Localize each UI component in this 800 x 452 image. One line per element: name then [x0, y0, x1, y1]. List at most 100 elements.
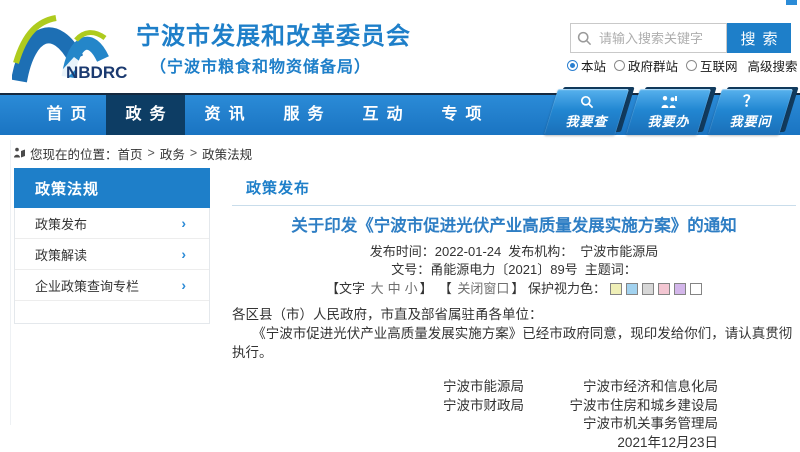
corner-decoration [786, 0, 797, 5]
search-input[interactable] [597, 30, 720, 47]
nav-item-government[interactable]: 政务 [106, 95, 185, 135]
signature-block: 宁波市能源局 宁波市经济和信息化局 宁波市财政局 宁波市住房和城乡建设局 宁波市… [232, 378, 796, 452]
signature-line: 宁波市能源局 宁波市经济和信息化局 [232, 378, 718, 397]
article-body: 各区县（市）人民政府，市直及部省属驻甬各单位： 《宁波市促进光伏产业高质量发展实… [232, 305, 796, 362]
article-date: 2021年12月23日 [558, 434, 718, 452]
article-paragraph: 执行。 [232, 343, 796, 362]
quick-button-label: 我要办 [647, 111, 689, 130]
nav-item-special[interactable]: 专项 [422, 95, 501, 135]
nav-item-news[interactable]: 资讯 [185, 95, 264, 135]
search-scope-row: 本站 政府群站 互联网 高级搜索 [567, 57, 798, 73]
radio-gov-sites-label[interactable]: 政府群站 [628, 56, 678, 75]
publish-org-label: 发布机构： [508, 244, 573, 259]
site-logo[interactable]: NBDRC [12, 5, 132, 85]
publish-org-value: 宁波市能源局 [580, 244, 658, 259]
sidebar-policy-menu: 政策法规 政策发布 › 政策解读 › 企业政策查询专栏 › [14, 168, 210, 324]
site-title: 宁波市发展和改革委员会 [136, 16, 411, 51]
chevron-right-icon: › [181, 216, 186, 230]
article-title: 关于印发《宁波市促进光伏产业高质量发展实施方案》的通知 [232, 215, 796, 237]
eye-protect-swatch-white[interactable] [690, 283, 702, 295]
quick-button-label: 我要问 [729, 111, 771, 130]
section-title: 政策发布 [232, 168, 796, 197]
breadcrumb-separator: > [148, 146, 155, 160]
eye-protect-swatch-blue[interactable] [626, 283, 638, 295]
breadcrumb-prefix: 您现在的位置： [30, 144, 118, 163]
radio-internet-label[interactable]: 互联网 [700, 56, 738, 75]
radio-this-site-label[interactable]: 本站 [581, 56, 606, 75]
quick-buttons: 我要查 我要办 [551, 89, 786, 135]
advanced-search-link[interactable]: 高级搜索 [748, 56, 798, 75]
question-icon: ？ [743, 94, 758, 110]
sidebar-title: 政策法规 [14, 168, 210, 208]
article-meta-line-2: 文号：甬能源电力〔2021〕89号主题词： [232, 261, 796, 279]
publish-time-label: 发布时间： [370, 244, 435, 259]
search-icon [577, 31, 592, 46]
breadcrumb-link-policy-regulations[interactable]: 政策法规 [202, 144, 252, 163]
signature-org: 宁波市机关事务管理局 [558, 415, 718, 434]
breadcrumb-link-home[interactable]: 首页 [118, 144, 143, 163]
quick-button-i-want-to-apply[interactable]: 我要办 [626, 89, 711, 135]
chevron-right-icon: › [181, 247, 186, 261]
radio-this-site[interactable] [567, 60, 578, 71]
quick-button-i-want-to-search[interactable]: 我要查 [544, 89, 629, 135]
sidebar-item-enterprise-policy-query[interactable]: 企业政策查询专栏 › [15, 270, 209, 301]
article-paragraph: 各区县（市）人民政府，市直及部省属驻甬各单位： [232, 305, 796, 324]
search-button[interactable]: 搜索 [727, 23, 791, 53]
nav-item-interaction[interactable]: 互动 [343, 95, 422, 135]
sidebar-item-label: 政策解读 [35, 245, 87, 264]
font-size-medium-link[interactable]: 中 [388, 281, 401, 296]
breadcrumb-separator: > [190, 146, 197, 160]
article-toolbar: 【文字 大中小】【 关闭窗口】 保护视力色： [232, 280, 796, 298]
close-window-link[interactable]: 关闭窗口 [457, 281, 509, 296]
sidebar-item-policy-release[interactable]: 政策发布 › [15, 208, 209, 239]
signature-org: 宁波市经济和信息化局 [558, 378, 718, 397]
radio-gov-sites[interactable] [614, 60, 625, 71]
quick-button-label: 我要查 [565, 111, 607, 130]
main-content: 政策发布 关于印发《宁波市促进光伏产业高质量发展实施方案》的通知 发布时间：20… [232, 168, 796, 452]
font-size-small-link[interactable]: 小 [405, 281, 418, 296]
signature-org: 宁波市住房和城乡建设局 [558, 397, 718, 416]
quick-button-i-want-to-ask[interactable]: ？ 我要问 [708, 89, 793, 135]
font-size-bracket-open: 【文字 [326, 281, 365, 296]
keywords-label: 主题词： [585, 262, 637, 277]
article-paragraph: 《宁波市促进光伏产业高质量发展实施方案》已经市政府同意，现印发给你们，请认真贯彻 [232, 324, 796, 343]
signature-line: 宁波市机关事务管理局 [232, 415, 718, 434]
location-icon [13, 147, 26, 159]
section-divider [232, 205, 796, 206]
radio-internet[interactable] [686, 60, 697, 71]
sidebar-item-label: 企业政策查询专栏 [35, 276, 139, 295]
eye-protect-swatch-gray[interactable] [642, 283, 654, 295]
breadcrumb: 您现在的位置： 首页 > 政务 > 政策法规 [13, 141, 252, 165]
chevron-right-icon: › [181, 278, 186, 292]
eye-protect-label: 保护视力色： [528, 281, 606, 296]
main-navbar: 首页 政务 资讯 服务 互动 专项 我要查 [0, 93, 800, 135]
signature-org [424, 415, 524, 434]
article-meta-line-1: 发布时间：2022-01-24 发布机构： 宁波市能源局 [232, 243, 796, 261]
nav-item-home[interactable]: 首页 [27, 95, 106, 135]
site-subtitle: （宁波市粮食和物资储备局） [150, 53, 371, 77]
close-window-bracket-open: 【 [439, 281, 452, 296]
eye-protect-swatch-yellow[interactable] [610, 283, 622, 295]
content-left-border [10, 140, 11, 425]
search-icon [580, 94, 594, 110]
publish-time-value: 2022-01-24 [435, 244, 502, 259]
signature-line: 宁波市财政局 宁波市住房和城乡建设局 [232, 397, 718, 416]
signature-date-pad [424, 434, 524, 452]
eye-protect-swatch-pink[interactable] [658, 283, 670, 295]
search-box [570, 23, 727, 53]
font-size-large-link[interactable]: 大 [371, 281, 384, 296]
doc-number-label: 文号： [391, 262, 430, 277]
sidebar-item-label: 政策发布 [35, 214, 87, 233]
eye-protect-swatch-purple[interactable] [674, 283, 686, 295]
logo-text: NBDRC [66, 63, 127, 82]
font-size-bracket-close: 】 [420, 281, 433, 296]
close-window-bracket-close: 】 [511, 281, 524, 296]
sidebar-item-policy-interpretation[interactable]: 政策解读 › [15, 239, 209, 270]
signature-org: 宁波市能源局 [424, 378, 524, 397]
nav-item-service[interactable]: 服务 [264, 95, 343, 135]
doc-number-value: 甬能源电力〔2021〕89号 [430, 262, 577, 277]
nbdrc-bridge-logo-icon: NBDRC [12, 5, 132, 85]
breadcrumb-link-government[interactable]: 政务 [160, 144, 185, 163]
people-icon [660, 94, 678, 110]
signature-org: 宁波市财政局 [424, 397, 524, 416]
